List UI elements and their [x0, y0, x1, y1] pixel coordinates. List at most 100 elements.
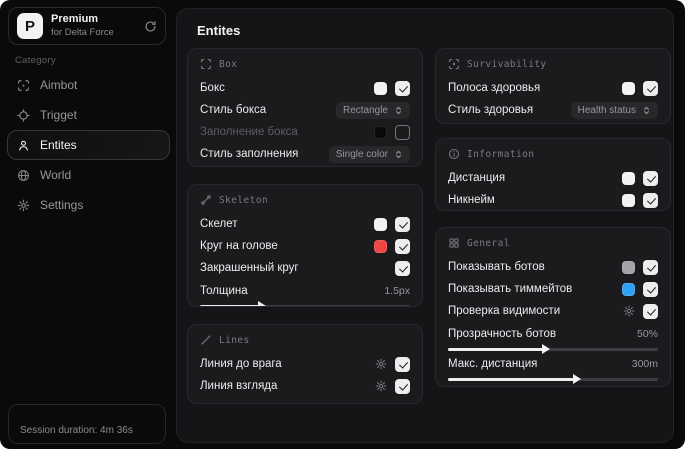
main-panel: Entites Box Бокс Стиль бокса Rectangle З…	[176, 8, 674, 443]
panel-survivability: Survivability Полоса здоровья Стиль здор…	[435, 48, 671, 124]
sidebar-item-settings[interactable]: Settings	[7, 190, 170, 220]
row-distance: Дистанция	[448, 167, 658, 189]
brand-name: Premium	[51, 13, 99, 26]
panel-information-header: Information	[448, 148, 658, 160]
brand-card: P Premium for Delta Force	[8, 7, 166, 45]
session-duration: Session duration: 4m 36s	[8, 404, 166, 444]
thickness-value: 1.5px	[384, 285, 410, 297]
panel-lines: Lines Линия до врага Линия взгляда	[187, 324, 423, 404]
row-max-distance: Макс. дистанция 300m	[448, 358, 658, 370]
teammates-color-swatch[interactable]	[622, 282, 635, 296]
world-icon	[17, 169, 30, 182]
panel-survivability-header: Survivability	[448, 58, 658, 70]
health-style-dropdown[interactable]: Health status	[570, 101, 658, 119]
panel-general-header: General	[448, 237, 658, 249]
health-bar-checkbox[interactable]	[643, 80, 658, 96]
sidebar-item-label: Aimbot	[40, 78, 78, 92]
row-health-style: Стиль здоровья Health status	[448, 99, 658, 121]
box-style-dropdown[interactable]: Rectangle	[335, 101, 410, 119]
panel-skeleton: Skeleton Скелет Круг на голове Закрашенн…	[187, 184, 423, 307]
panel-information: Information Дистанция Никнейм	[435, 138, 671, 211]
settings-icon	[17, 199, 30, 212]
info-icon	[448, 148, 460, 160]
row-thickness: Толщина 1.5px	[200, 285, 410, 297]
chevron-updown-icon	[394, 150, 403, 159]
box-fill-color-swatch[interactable]	[374, 125, 387, 139]
brand-logo: P	[17, 13, 43, 39]
max-distance-slider[interactable]	[448, 374, 658, 384]
box-checkbox[interactable]	[395, 80, 410, 96]
row-view-line: Линия взгляда	[200, 375, 410, 397]
health-bar-color-swatch[interactable]	[622, 81, 635, 95]
chevron-updown-icon	[394, 106, 403, 115]
row-show-teammates: Показывать тиммейтов	[448, 278, 658, 300]
distance-checkbox[interactable]	[643, 170, 658, 186]
show-bots-checkbox[interactable]	[643, 259, 658, 275]
aimbot-icon	[17, 79, 30, 92]
nickname-color-swatch[interactable]	[622, 193, 635, 207]
head-circle-color-swatch[interactable]	[374, 239, 387, 253]
page-title: Entites	[197, 23, 241, 38]
filled-circle-checkbox[interactable]	[395, 260, 410, 276]
bots-color-swatch[interactable]	[622, 260, 635, 274]
show-teammates-checkbox[interactable]	[643, 281, 658, 297]
nickname-checkbox[interactable]	[643, 192, 658, 208]
slider-thumb[interactable]	[541, 344, 550, 354]
sidebar-item-entites[interactable]: Entites	[7, 130, 170, 160]
row-visibility-check: Проверка видимости	[448, 300, 658, 322]
slider-thumb[interactable]	[257, 301, 266, 306]
panel-box: Box Бокс Стиль бокса Rectangle Заполнени…	[187, 48, 423, 167]
row-filled-circle: Закрашенный круг	[200, 257, 410, 279]
sidebar-nav: Aimbot Trigget Entites World Settings	[7, 70, 170, 220]
gear-icon[interactable]	[375, 358, 387, 370]
panel-skeleton-header: Skeleton	[200, 194, 410, 206]
box-icon	[200, 58, 212, 70]
skeleton-checkbox[interactable]	[395, 216, 410, 232]
brand-subtitle: for Delta Force	[51, 26, 114, 38]
slider-thumb[interactable]	[573, 374, 581, 384]
sidebar-item-world[interactable]: World	[7, 160, 170, 190]
row-nickname: Никнейм	[448, 189, 658, 210]
scan-dot-icon	[448, 58, 460, 70]
bone-icon	[200, 194, 212, 206]
enemy-line-checkbox[interactable]	[395, 356, 410, 372]
box-fill-style-dropdown[interactable]: Single color	[328, 145, 410, 163]
row-skeleton-toggle: Скелет	[200, 213, 410, 235]
line-icon	[200, 334, 212, 346]
sidebar-item-trigget[interactable]: Trigget	[7, 100, 170, 130]
distance-color-swatch[interactable]	[622, 171, 635, 185]
head-circle-checkbox[interactable]	[395, 238, 410, 254]
row-enemy-line: Линия до врага	[200, 353, 410, 375]
row-box-fill: Заполнение бокса	[200, 121, 410, 143]
row-box-fill-style: Стиль заполнения Single color	[200, 143, 410, 165]
entities-icon	[17, 139, 30, 152]
trigger-icon	[17, 108, 30, 122]
view-line-checkbox[interactable]	[395, 378, 410, 394]
sidebar-item-aimbot[interactable]: Aimbot	[7, 70, 170, 100]
bots-opacity-slider[interactable]	[448, 344, 658, 354]
visibility-check-checkbox[interactable]	[643, 303, 658, 319]
panel-general: General Показывать ботов Показывать тимм…	[435, 227, 671, 387]
chevron-updown-icon	[642, 106, 651, 115]
category-label: Category	[15, 55, 56, 66]
row-show-bots: Показывать ботов	[448, 256, 658, 278]
box-fill-checkbox[interactable]	[395, 124, 410, 140]
bots-opacity-value: 50%	[636, 328, 658, 340]
skeleton-color-swatch[interactable]	[374, 217, 387, 231]
app-window: P Premium for Delta Force Category Aimbo…	[0, 0, 685, 449]
refresh-icon[interactable]	[144, 20, 157, 33]
row-head-circle: Круг на голове	[200, 235, 410, 257]
thickness-slider[interactable]	[200, 301, 410, 306]
gear-icon[interactable]	[623, 305, 635, 317]
sidebar: P Premium for Delta Force Category Aimbo…	[0, 0, 176, 449]
row-bots-opacity: Прозрачность ботов 50%	[448, 328, 658, 340]
box-color-swatch[interactable]	[374, 81, 387, 95]
gear-icon[interactable]	[375, 380, 387, 392]
sidebar-item-label: World	[40, 168, 72, 182]
row-box-toggle: Бокс	[200, 77, 410, 99]
sidebar-item-label: Entites	[40, 138, 77, 152]
sidebar-item-label: Settings	[40, 198, 84, 212]
panel-box-header: Box	[200, 58, 410, 70]
row-health-bar: Полоса здоровья	[448, 77, 658, 99]
panel-lines-header: Lines	[200, 334, 410, 346]
